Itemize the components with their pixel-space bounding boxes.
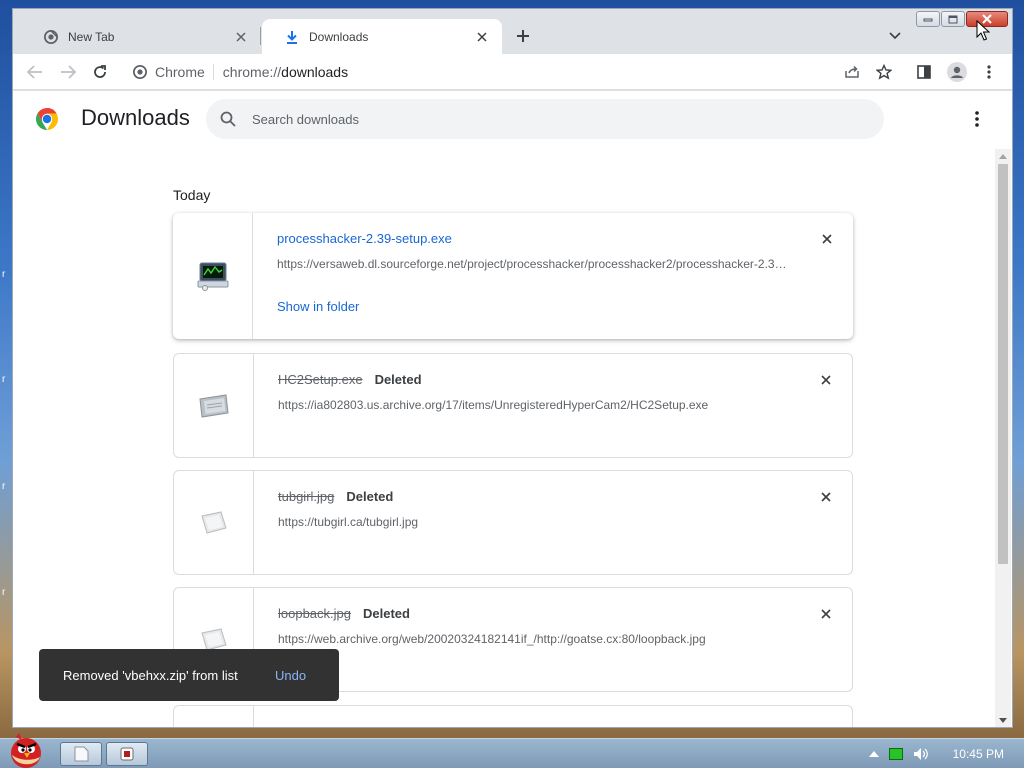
source-url-link[interactable]: https://ia802803.us.archive.org/17/items… [278,398,792,412]
file-name-link[interactable]: processhacker-2.39-setup.exe [277,231,452,246]
download-details: tubgirl.jpg Deleted https://tubgirl.ca/t… [278,489,792,529]
site-chip[interactable]: Chrome [133,64,214,80]
remove-from-list-icon[interactable] [818,372,834,388]
source-url-link[interactable]: https://web.archive.org/web/200203241821… [278,632,792,646]
scroll-down-arrow-icon[interactable] [995,713,1011,727]
tab-new-tab[interactable]: New Tab [21,19,261,54]
app-icon [120,747,134,761]
desktop-icons-edge: rrrr [2,269,6,598]
scrollbar-thumb[interactable] [998,164,1008,564]
taskbar-chrome-button[interactable] [106,742,148,766]
download-details: HC2Setup.exe Deleted https://ia802803.us… [278,372,792,412]
reload-icon[interactable] [88,60,112,84]
new-tab-button[interactable] [513,26,533,46]
exe-file-icon [174,354,254,457]
search-icon [220,111,236,127]
exe-installer-icon [173,213,253,339]
site-label: Chrome [155,64,205,80]
page-title: Downloads [81,105,190,130]
volume-icon[interactable] [913,747,929,761]
source-url-link[interactable]: https://tubgirl.ca/tubgirl.jpg [278,515,792,529]
window-controls [916,11,1008,27]
close-tab-icon[interactable] [233,29,249,45]
download-details: processhacker-2.39-setup.exe https://ver… [277,231,793,316]
download-item: HC2Setup.exe Deleted https://ia802803.us… [173,353,853,458]
tab-title: New Tab [68,29,115,44]
download-icon [284,29,300,45]
chrome-menu-icon[interactable] [977,60,1001,84]
maximize-button[interactable] [941,11,965,27]
status-label: Deleted [374,372,422,387]
download-item: processhacker-2.39-setup.exe https://ver… [173,213,853,339]
bookmark-star-icon[interactable] [872,60,896,84]
back-arrow-icon[interactable] [23,60,47,84]
download-item: tubgirl.jpg Deleted https://tubgirl.ca/t… [173,470,853,575]
source-url-link[interactable]: https://versaweb.dl.sourceforge.net/proj… [277,257,793,271]
address-bar[interactable]: Chrome chrome://downloads [123,57,875,87]
search-downloads-box[interactable] [206,99,884,139]
share-icon[interactable] [840,60,864,84]
scroll-up-arrow-icon[interactable] [995,149,1011,163]
forward-arrow-icon[interactable] [56,60,80,84]
minimize-button[interactable] [916,11,940,27]
chrome-window: New Tab Downloads Chrome chrome://downlo… [12,8,1013,728]
page-scrollbar[interactable] [995,149,1011,727]
side-panel-icon[interactable] [912,60,936,84]
tab-title: Downloads [309,29,369,44]
more-actions-icon[interactable] [965,107,989,131]
remove-from-list-icon[interactable] [818,489,834,505]
download-details: loopback.jpg Deleted https://web.archive… [278,606,792,646]
system-tray: 10:45 PM [868,739,1024,768]
search-input[interactable] [252,111,852,127]
mouse-cursor-icon [976,20,990,41]
start-menu-angry-bird-icon[interactable] [2,731,48,768]
status-label: Deleted [346,489,394,504]
file-name-deleted: HC2Setup.exe [278,372,363,387]
browser-toolbar: Chrome chrome://downloads [13,54,1012,90]
url-path: downloads [281,64,349,80]
status-label: Deleted [363,606,410,621]
downloads-page: Downloads Today processhacker-2.39-setup… [13,91,1012,727]
remove-from-list-icon[interactable] [819,231,835,247]
taskbar-file-manager-button[interactable] [60,742,102,766]
url-text: chrome://downloads [214,64,348,80]
tab-downloads[interactable]: Downloads [262,19,502,54]
image-file-icon [174,471,254,574]
removed-toast: Removed 'vbehxx.zip' from list Undo [39,649,339,701]
profile-avatar-icon[interactable] [945,60,969,84]
taskbar-clock[interactable]: 10:45 PM [953,747,1004,761]
taskbar: 10:45 PM [0,733,1024,768]
tab-strip: New Tab Downloads [13,9,1012,54]
toast-message: Removed 'vbehxx.zip' from list [63,667,238,683]
file-icon [74,746,89,762]
file-name-deleted: tubgirl.jpg [278,489,335,504]
tab-search-chevron-icon[interactable] [885,26,905,46]
chrome-icon [133,65,147,79]
remove-from-list-icon[interactable] [818,606,834,622]
file-name-deleted: loopback.jpg [278,606,351,621]
card-icon-column [174,706,254,727]
network-icon[interactable] [888,748,903,760]
close-tab-icon[interactable] [474,29,490,45]
download-item [173,705,853,727]
undo-button[interactable]: Undo [275,668,306,683]
page-header: Downloads [13,91,1012,147]
show-in-folder-link[interactable]: Show in folder [277,299,359,314]
date-section-label: Today [173,187,211,203]
tray-expand-icon[interactable] [868,751,879,757]
url-scheme: chrome:// [222,64,282,80]
chrome-icon [43,29,59,45]
chrome-logo-icon [36,108,58,130]
